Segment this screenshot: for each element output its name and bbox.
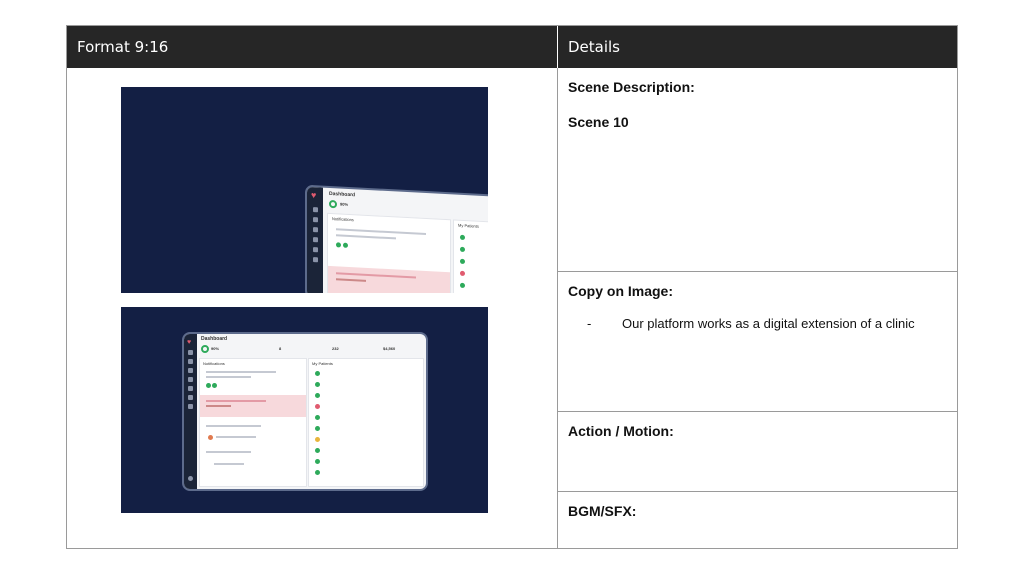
nav-icon <box>313 257 318 263</box>
nav-icon <box>188 368 193 373</box>
mockup-sidebar: ♥ <box>307 186 323 293</box>
alert-line <box>336 272 416 279</box>
status-dot <box>343 242 348 248</box>
status-dot <box>336 242 341 248</box>
patient-status-dot <box>315 459 320 464</box>
nav-icon <box>188 386 193 391</box>
patient-status-dot <box>315 426 320 431</box>
scene-frame-2: ♥ Dashboard 90% 8 232 $4,560 Notificatio… <box>121 307 488 513</box>
nav-icon <box>313 227 318 233</box>
mockup-stat-3: 232 <box>332 346 339 351</box>
mockup-stat-4: $4,560 <box>383 346 396 351</box>
alert-line <box>206 400 266 402</box>
notification-line <box>206 376 251 378</box>
row-divider <box>558 491 957 492</box>
notifications-label: Notifications <box>332 216 354 223</box>
progress-ring-icon <box>329 199 337 209</box>
status-dot <box>212 383 217 388</box>
patient-status-dot <box>460 258 465 265</box>
column-divider <box>557 68 558 548</box>
patient-status-dot <box>315 404 320 409</box>
patient-status-dot <box>315 448 320 453</box>
nav-icon <box>188 404 193 409</box>
notification-line <box>216 436 256 438</box>
patient-status-dot <box>460 282 465 289</box>
scene-frame-1: ♥ Dashboard 90% Notifications My Patient… <box>121 87 488 293</box>
notification-line <box>206 425 261 427</box>
heart-logo-icon: ♥ <box>187 339 192 346</box>
patient-status-dot <box>460 270 465 277</box>
patient-status-dot <box>460 234 465 241</box>
nav-icon <box>188 359 193 364</box>
heart-logo-icon: ♥ <box>311 189 317 201</box>
storyboard-table: Format 9:16 Details ♥ Dashboard 90% Noti… <box>66 25 958 549</box>
notification-line <box>214 463 244 465</box>
details-header: Details <box>557 26 957 68</box>
mockup-stat-1: 90% <box>211 346 220 351</box>
scene-description-label: Scene Description: <box>568 79 695 95</box>
patients-label: My Patients <box>312 361 333 366</box>
nav-icon <box>313 207 318 213</box>
progress-ring-icon <box>201 345 209 353</box>
status-dot <box>208 435 213 440</box>
mockup-stat-2: 8 <box>279 346 282 351</box>
nav-icon <box>313 247 318 253</box>
action-motion-label: Action / Motion: <box>568 423 674 439</box>
dashboard-mockup-1: ♥ Dashboard 90% Notifications My Patient… <box>305 184 488 293</box>
patient-status-dot <box>315 382 320 387</box>
mockup-title: Dashboard <box>201 336 228 342</box>
notifications-card: Notifications <box>327 212 451 293</box>
nav-icon <box>188 350 193 355</box>
dashboard-mockup-2: ♥ Dashboard 90% 8 232 $4,560 Notificatio… <box>182 332 428 491</box>
mockup-title: Dashboard <box>329 190 356 199</box>
scene-value: Scene 10 <box>568 114 629 130</box>
patient-status-dot <box>315 437 320 442</box>
nav-icon <box>188 395 193 400</box>
nav-icon <box>188 377 193 382</box>
patient-status-dot <box>315 470 320 475</box>
format-header: Format 9:16 <box>67 26 557 68</box>
notifications-label: Notifications <box>203 361 225 366</box>
alert-line <box>206 405 231 407</box>
nav-icon <box>313 217 318 223</box>
bgm-sfx-label: BGM/SFX: <box>568 503 637 519</box>
mockup-stat: 90% <box>340 201 349 207</box>
row-divider <box>558 271 957 272</box>
notifications-card: Notifications <box>199 358 307 487</box>
patients-label: My Patients <box>458 222 479 229</box>
patients-card: My Patients <box>308 358 424 487</box>
patient-status-dot <box>460 246 465 253</box>
alert-line <box>336 278 366 282</box>
patient-status-dot <box>315 415 320 420</box>
patient-status-dot <box>315 371 320 376</box>
mockup-sidebar: ♥ <box>184 334 197 489</box>
status-dot <box>206 383 211 388</box>
notification-line <box>206 371 276 373</box>
nav-icon <box>313 237 318 243</box>
patient-status-dot <box>315 393 320 398</box>
copy-text: Our platform works as a digital extensio… <box>622 316 915 331</box>
row-divider <box>558 411 957 412</box>
notification-line <box>206 451 251 453</box>
patients-card: My Patients <box>453 219 488 293</box>
user-avatar-icon <box>188 476 193 481</box>
notification-line <box>336 228 426 235</box>
alert-notification <box>328 265 450 293</box>
copy-on-image-label: Copy on Image: <box>568 283 674 299</box>
alert-notification <box>200 395 306 417</box>
notification-line <box>336 234 396 240</box>
